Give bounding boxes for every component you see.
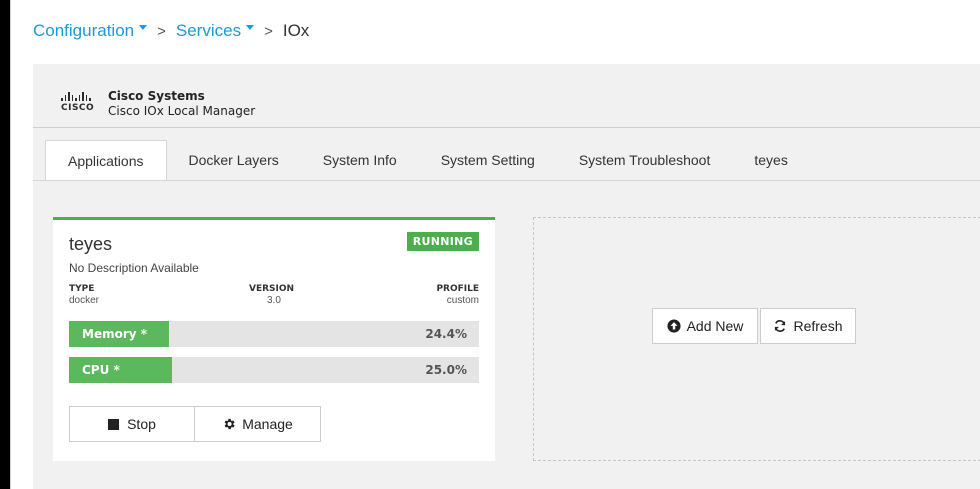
- memory-usage-label: Memory *: [82, 327, 148, 341]
- version-label: VERSION: [249, 284, 295, 294]
- cisco-logo: CISCO: [61, 91, 101, 115]
- manage-button-label: Manage: [242, 416, 293, 432]
- stop-button[interactable]: Stop: [69, 406, 195, 442]
- type-value: docker: [69, 295, 100, 306]
- arrow-up-circle-icon: [667, 319, 681, 333]
- refresh-icon: [773, 319, 787, 333]
- tab-system-setting[interactable]: System Setting: [419, 140, 557, 180]
- window-frame: Configuration > Services > IOx CISCO Cis…: [10, 0, 980, 489]
- brand-company: Cisco Systems: [108, 89, 205, 103]
- app-card: teyes RUNNING No Description Available T…: [53, 217, 495, 461]
- cpu-usage-bar: CPU * 25.0%: [69, 357, 479, 383]
- gear-icon: [222, 417, 236, 431]
- breadcrumb: Configuration > Services > IOx: [33, 21, 309, 41]
- version-value: 3.0: [267, 295, 281, 306]
- breadcrumb-services[interactable]: Services: [175, 21, 255, 41]
- app-description: No Description Available: [69, 261, 199, 275]
- app-name: teyes: [69, 234, 113, 254]
- stop-button-label: Stop: [127, 416, 156, 432]
- breadcrumb-services-label: Services: [175, 21, 242, 40]
- iox-manager-panel: CISCO Cisco Systems Cisco IOx Local Mana…: [33, 64, 980, 489]
- stop-icon: [108, 418, 120, 430]
- app-action-buttons: Stop Manage: [69, 406, 321, 442]
- refresh-button[interactable]: Refresh: [760, 308, 856, 344]
- tab-docker-layers[interactable]: Docker Layers: [167, 140, 301, 180]
- memory-usage-bar: Memory * 24.4%: [69, 321, 479, 347]
- profile-value: custom: [446, 295, 479, 306]
- add-new-label: Add New: [686, 318, 744, 334]
- cpu-usage-label: CPU *: [82, 363, 120, 377]
- brand-product: Cisco IOx Local Manager: [108, 104, 256, 118]
- caret-down-icon: [139, 24, 148, 30]
- breadcrumb-current: IOx: [282, 21, 310, 40]
- status-badge: RUNNING: [406, 232, 479, 251]
- tab-applications[interactable]: Applications: [45, 140, 167, 180]
- refresh-label: Refresh: [793, 318, 843, 334]
- tab-teyes[interactable]: teyes: [732, 140, 809, 180]
- tab-system-troubleshoot[interactable]: System Troubleshoot: [557, 140, 733, 180]
- cisco-logo-bars: [61, 91, 101, 101]
- applications-content: teyes RUNNING No Description Available T…: [33, 181, 980, 489]
- caret-down-icon: [246, 24, 255, 30]
- add-new-button[interactable]: Add New: [652, 308, 758, 344]
- breadcrumb-separator: >: [264, 22, 273, 40]
- profile-label: PROFILE: [436, 284, 479, 294]
- tab-bar: Applications Docker Layers System Info S…: [45, 140, 810, 180]
- cpu-usage-value: 25.0%: [425, 363, 467, 377]
- breadcrumb-configuration-label: Configuration: [33, 21, 135, 40]
- add-application-area: Add New Refresh: [533, 217, 980, 461]
- breadcrumb-configuration[interactable]: Configuration: [33, 21, 148, 41]
- cisco-logo-word: CISCO: [61, 103, 95, 113]
- type-label: TYPE: [69, 284, 95, 294]
- brand-header: CISCO Cisco Systems Cisco IOx Local Mana…: [33, 64, 980, 128]
- tab-system-info[interactable]: System Info: [301, 140, 419, 180]
- memory-usage-value: 24.4%: [425, 327, 467, 341]
- manage-button[interactable]: Manage: [195, 406, 321, 442]
- breadcrumb-separator: >: [157, 22, 166, 40]
